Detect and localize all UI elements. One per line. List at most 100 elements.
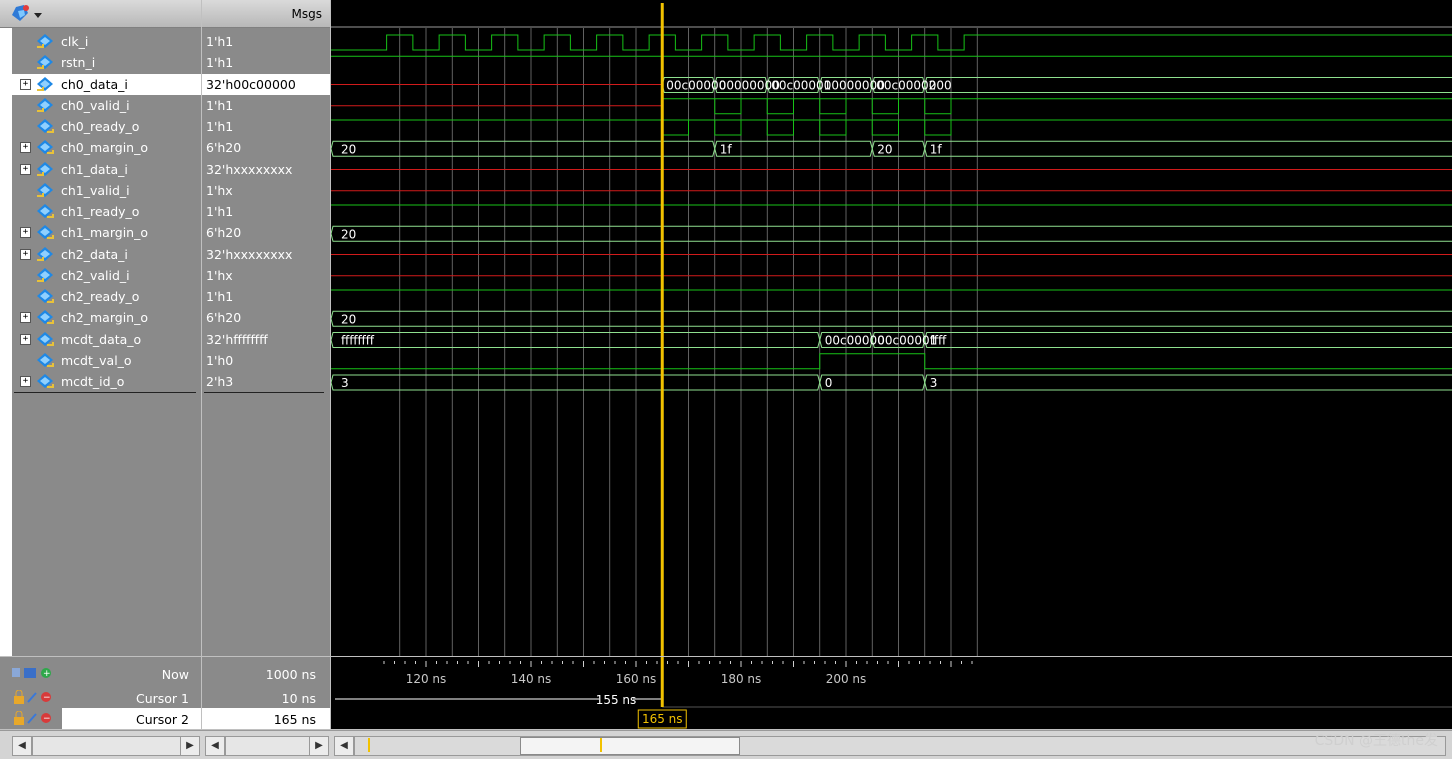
signal-value-row[interactable]: 32'h00c00000: [202, 73, 330, 95]
output-icon: [37, 204, 54, 218]
timeline-label: 120 ns: [406, 672, 447, 686]
signal-value-row[interactable]: 6'h20: [202, 137, 330, 158]
signal-value: 1'h1: [206, 34, 234, 49]
cursor1-lock-icon[interactable]: −: [12, 690, 56, 706]
output-icon: [37, 310, 54, 325]
signal-value: 1'hx: [206, 182, 233, 198]
wave-clk-i: [331, 34, 1452, 51]
signal-value: 6'h20: [206, 310, 242, 326]
signal-row-ch2-data-i[interactable]: + ch2_data_i: [0, 244, 201, 265]
expand-icon[interactable]: +: [20, 227, 31, 239]
signal-value-row[interactable]: 1'hx: [202, 180, 330, 201]
wave-label: ffffffff: [341, 334, 375, 348]
wave-label: 00c00001: [877, 334, 937, 348]
signal-value-row[interactable]: 1'h1: [202, 52, 330, 73]
signal-value-row[interactable]: 1'h1: [202, 201, 330, 222]
signal-row-rstn-i[interactable]: rstn_i: [0, 52, 201, 73]
signal-row-ch0-margin-o[interactable]: + ch0_margin_o: [0, 137, 201, 158]
signal-value: 1'h1: [206, 55, 234, 71]
wave-label: 00c00002: [876, 79, 936, 93]
wave-ch0-ready-pulse: [661, 120, 689, 136]
values-scroll-track[interactable]: [225, 736, 311, 756]
cursor2-row[interactable]: Cursor 2: [62, 708, 201, 729]
cursor2-line: [660, 3, 664, 656]
signal-row-mcdt-data-o[interactable]: + mcdt_data_o: [0, 329, 201, 350]
signal-value-row[interactable]: 1'h1: [202, 116, 330, 137]
wave-dropdown-icon[interactable]: [8, 3, 48, 25]
svg-text:−: −: [43, 714, 51, 724]
timeline-canvas[interactable]: 120 ns 140 ns 160 ns 180 ns 200 ns 155 ns 165 …: [331, 657, 1452, 729]
signal-row-mcdt-id-o[interactable]: + mcdt_id_o: [0, 371, 201, 392]
expand-icon[interactable]: +: [20, 248, 31, 260]
expand-icon[interactable]: +: [20, 312, 31, 324]
cursor-delta-label: 155 ns: [596, 693, 637, 707]
signal-row-ch2-ready-o[interactable]: ch2_ready_o: [0, 286, 201, 307]
signal-row-ch0-ready-o[interactable]: ch0_ready_o: [0, 116, 201, 137]
output-icon: [37, 225, 54, 240]
wave-ch0-margin-o-seg: [330, 140, 716, 157]
expand-icon[interactable]: +: [20, 78, 31, 90]
signal-row-ch0-valid-i[interactable]: ch0_valid_i: [0, 95, 201, 116]
wave-label: 000: [929, 79, 952, 93]
signal-row-ch2-valid-i[interactable]: ch2_valid_i: [0, 265, 201, 286]
names-scroll-right-button[interactable]: ▶: [180, 736, 200, 756]
wave-mcdt-data-o-seg: [330, 332, 821, 348]
cursor1-value-row[interactable]: 10 ns: [202, 687, 330, 708]
expand-icon[interactable]: +: [20, 333, 31, 345]
wave-mcdt-id-o-seg: [924, 374, 1452, 391]
signal-row-mcdt-val-o[interactable]: mcdt_val_o: [0, 350, 201, 371]
signal-value-row[interactable]: 1'h1: [202, 31, 330, 52]
signal-row-ch1-valid-i[interactable]: ch1_valid_i: [0, 180, 201, 201]
now-icons[interactable]: +: [12, 666, 56, 682]
names-scroll-track[interactable]: [32, 736, 182, 756]
values-scroll-right-button[interactable]: ▶: [309, 736, 329, 756]
timeline-area[interactable]: 120 ns 140 ns 160 ns 180 ns 200 ns 155 ns 165 …: [331, 657, 1452, 729]
signal-value-row[interactable]: 1'hx: [202, 265, 330, 286]
cursor2-label: Cursor 2: [135, 712, 189, 727]
expand-icon[interactable]: +: [20, 376, 31, 387]
signal-row-ch2-margin-o[interactable]: + ch2_margin_o: [0, 307, 201, 328]
wave-ch0-ready-pulse: [924, 120, 952, 136]
wave-ch0-margin-o-seg: [924, 140, 1452, 157]
signal-value-row[interactable]: 1'h1: [202, 286, 330, 307]
signal-value-row[interactable]: 32'hxxxxxxxx: [202, 159, 330, 180]
wave-ch0-valid-pulse: [871, 98, 899, 115]
wave-ch0-ready-pulse: [819, 120, 847, 136]
wave-label: 00c00000: [666, 79, 726, 93]
signal-row-ch1-ready-o[interactable]: ch1_ready_o: [0, 201, 201, 222]
cursor1-row[interactable]: − Cursor 1: [0, 687, 201, 708]
waveform-canvas[interactable]: 00c000000000000000c000010000000000c00002…: [330, 0, 1452, 656]
signal-row-clk-i[interactable]: clk_i: [0, 31, 201, 52]
signal-row-ch1-margin-o[interactable]: + ch1_margin_o: [0, 222, 201, 243]
signal-row-ch0-data-i[interactable]: + ch0_data_i: [0, 73, 201, 95]
wave-scroll-thumb[interactable]: [520, 737, 740, 755]
values-header: Msgs: [202, 0, 330, 28]
signal-value-row[interactable]: 2'h3: [202, 371, 330, 392]
wave-label: 0: [825, 376, 833, 390]
signal-value-row[interactable]: 1'h0: [202, 350, 330, 371]
values-scroll-left-button[interactable]: ◀: [205, 736, 225, 756]
output-icon: [37, 374, 54, 388]
signal-name: ch0_valid_i: [61, 97, 130, 113]
wave-ch0-valid-pulse: [819, 98, 847, 115]
cursor2-lock-icon[interactable]: −: [12, 711, 56, 727]
cursor2-value-row[interactable]: 165 ns: [202, 708, 330, 729]
waveform-area[interactable]: 00c00000 00000000 00c00001 00000000 00c00002…: [330, 0, 1452, 656]
timeline-label: 180 ns: [721, 672, 762, 686]
input-icon: [37, 161, 53, 176]
expand-icon[interactable]: +: [20, 163, 31, 175]
wave-scroll-left-button[interactable]: ◀: [334, 736, 354, 756]
signal-name: mcdt_val_o: [61, 352, 132, 368]
wave-scroll-track[interactable]: [354, 736, 1446, 756]
signal-row-ch1-data-i[interactable]: + ch1_data_i: [0, 159, 201, 180]
signal-value-row[interactable]: 32'hffffffff: [202, 329, 330, 350]
names-scroll-left-button[interactable]: ◀: [12, 736, 32, 756]
signal-value-row[interactable]: 32'hxxxxxxxx: [202, 244, 330, 265]
expand-icon[interactable]: +: [20, 142, 31, 154]
signal-value-row[interactable]: 1'h1: [202, 95, 330, 116]
wave-label: 3: [930, 376, 938, 390]
signal-value-row[interactable]: 6'h20: [202, 307, 330, 328]
now-row: + Now: [0, 663, 201, 684]
signal-value-row[interactable]: 6'h20: [202, 222, 330, 243]
signal-value: 6'h20: [206, 140, 242, 156]
